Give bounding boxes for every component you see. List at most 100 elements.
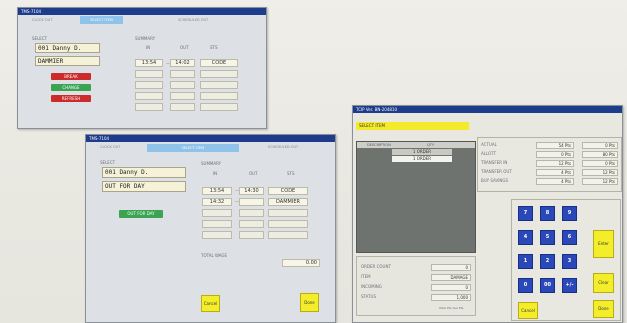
stat-label: TRANSFER OUT xyxy=(481,169,512,174)
empty-cell[interactable] xyxy=(200,70,238,78)
col-sts-label: STS xyxy=(287,171,295,176)
break-button[interactable]: BREAK xyxy=(51,73,91,80)
list-item[interactable]: 1 ORDER xyxy=(392,156,452,162)
reason-field[interactable]: OUT FOR DAY xyxy=(102,181,186,192)
out-for-day-button[interactable]: OUT FOR DAY xyxy=(119,210,163,218)
tab-clock-out[interactable]: CLOCK OUT xyxy=(100,145,120,150)
clock-window-back: TMS-7104 CLOCK OUT SELECT ITEM SCHEDULED… xyxy=(17,7,267,129)
empty-cell[interactable] xyxy=(170,81,195,89)
empty-cell[interactable] xyxy=(200,103,238,111)
enter-button[interactable]: Enter xyxy=(593,230,614,258)
empty-cell[interactable] xyxy=(135,103,163,111)
col-sts-label: STS xyxy=(210,45,218,50)
time-in-cell[interactable]: 14:32 xyxy=(202,198,232,206)
key-1[interactable]: 1 xyxy=(518,254,533,269)
empty-cell[interactable] xyxy=(239,220,264,228)
stats-panel: ACTUAL 54 Pts 0 Pts ALLOTT 0 Pts 80 Pts … xyxy=(477,137,622,192)
counter-label: ORDER COUNT xyxy=(361,264,391,269)
key-9[interactable]: 9 xyxy=(562,206,577,221)
list-header-description: DESCRIPTION xyxy=(367,143,391,147)
cancel-button[interactable]: Cancel xyxy=(518,302,538,319)
stat-value: 0 Pts xyxy=(582,160,618,167)
stat-value: 0 Pts xyxy=(536,151,574,158)
change-button[interactable]: CHANGE xyxy=(51,84,91,91)
footer-note: Total Pts Ave Pts xyxy=(439,306,464,310)
select-label: SELECT xyxy=(32,36,48,41)
empty-cell[interactable] xyxy=(170,92,195,100)
empty-cell[interactable] xyxy=(170,70,195,78)
empty-cell[interactable] xyxy=(135,81,163,89)
counter-label: ITEM xyxy=(361,274,371,279)
time-sts-cell[interactable]: CODE xyxy=(200,59,238,67)
empty-cell[interactable] xyxy=(135,70,163,78)
time-in-cell[interactable]: 13:54 xyxy=(135,59,163,67)
employee-field[interactable]: 001 Danny D. xyxy=(35,43,100,53)
empty-cell[interactable] xyxy=(200,92,238,100)
tab-scheduled-out[interactable]: SCHEDULED OUT xyxy=(268,145,298,150)
select-item-bar: SELECT ITEM xyxy=(356,122,469,130)
stat-label: BUY SAVINGS xyxy=(481,178,509,183)
key-00[interactable]: 00 xyxy=(540,278,555,293)
list-item[interactable]: 1 ORDER xyxy=(392,149,452,155)
empty-cell[interactable] xyxy=(202,220,232,228)
key-4[interactable]: 4 xyxy=(518,230,533,245)
key-8[interactable]: 8 xyxy=(540,206,555,221)
stat-value: 0 Pts xyxy=(582,142,618,149)
time-out-cell[interactable]: 14:30 xyxy=(239,187,264,195)
time-out-cell[interactable] xyxy=(239,198,264,206)
title-bar: TCIP Ver. BN-204810 xyxy=(353,106,622,113)
tab-select-item[interactable]: SELECT ITEM xyxy=(80,16,123,24)
total-wage-value: 0.00 xyxy=(282,259,320,267)
key-plus-minus[interactable]: +/- xyxy=(562,278,577,293)
col-out-label: OUT xyxy=(180,45,189,50)
list-header-qty: QTY xyxy=(427,143,435,147)
window-title: TMS-7104 xyxy=(21,9,42,14)
summary-label: SUMMARY xyxy=(135,36,156,41)
empty-cell[interactable] xyxy=(200,81,238,89)
stat-label: ALLOTT xyxy=(481,151,497,156)
pos-window: TCIP Ver. BN-204810 SELECT ITEM DESCRIPT… xyxy=(352,105,623,323)
key-3[interactable]: 3 xyxy=(562,254,577,269)
tab-select-item[interactable]: SELECT ITEM xyxy=(147,144,239,152)
empty-cell[interactable] xyxy=(268,220,308,228)
tab-clock-out[interactable]: CLOCK OUT xyxy=(32,18,52,23)
refresh-button[interactable]: REFRESH xyxy=(51,95,91,102)
stat-value: 12 Pts xyxy=(582,178,618,185)
key-7[interactable]: 7 xyxy=(518,206,533,221)
time-sts-cell[interactable]: DAMMIER xyxy=(268,198,308,206)
window-title: TMS-7104 xyxy=(89,136,110,141)
stat-value: 12 Pts xyxy=(536,160,574,167)
counter-value: 1,000 xyxy=(431,294,471,301)
stat-value: 4 Pts xyxy=(536,178,574,185)
time-out-cell[interactable]: 14:02 xyxy=(170,59,195,67)
done-button[interactable]: Done xyxy=(300,293,319,312)
total-wage-label: TOTAL WAGE xyxy=(201,253,227,258)
counter-value: DAMAGE xyxy=(431,274,471,281)
key-0[interactable]: 0 xyxy=(518,278,533,293)
cancel-button[interactable]: Cancel xyxy=(201,295,220,312)
empty-cell[interactable] xyxy=(268,231,308,239)
stat-value: 80 Pts xyxy=(582,151,618,158)
empty-cell[interactable] xyxy=(202,231,232,239)
clear-button[interactable]: Clear xyxy=(593,273,614,293)
stat-label: TRANSFER IN xyxy=(481,160,508,165)
col-out-label: OUT xyxy=(249,171,258,176)
time-in-cell[interactable]: 13:54 xyxy=(202,187,232,195)
done-button[interactable]: Done xyxy=(593,300,614,318)
status-field[interactable]: DAMMIER xyxy=(35,56,100,66)
tab-scheduled-out[interactable]: SCHEDULED OUT xyxy=(178,18,208,23)
key-6[interactable]: 6 xyxy=(562,230,577,245)
empty-cell[interactable] xyxy=(202,209,232,217)
empty-cell[interactable] xyxy=(135,92,163,100)
empty-cell[interactable] xyxy=(239,231,264,239)
item-list-panel: DESCRIPTION QTY 1 ORDER 1 ORDER xyxy=(356,141,476,253)
key-2[interactable]: 2 xyxy=(540,254,555,269)
employee-field[interactable]: 001 Danny D. xyxy=(102,167,186,178)
empty-cell[interactable] xyxy=(170,103,195,111)
time-sts-cell[interactable]: CODE xyxy=(268,187,308,195)
empty-cell[interactable] xyxy=(268,209,308,217)
counter-label: INCOMING xyxy=(361,284,382,289)
empty-cell[interactable] xyxy=(239,209,264,217)
list-header: DESCRIPTION QTY xyxy=(357,142,475,148)
key-5[interactable]: 5 xyxy=(540,230,555,245)
